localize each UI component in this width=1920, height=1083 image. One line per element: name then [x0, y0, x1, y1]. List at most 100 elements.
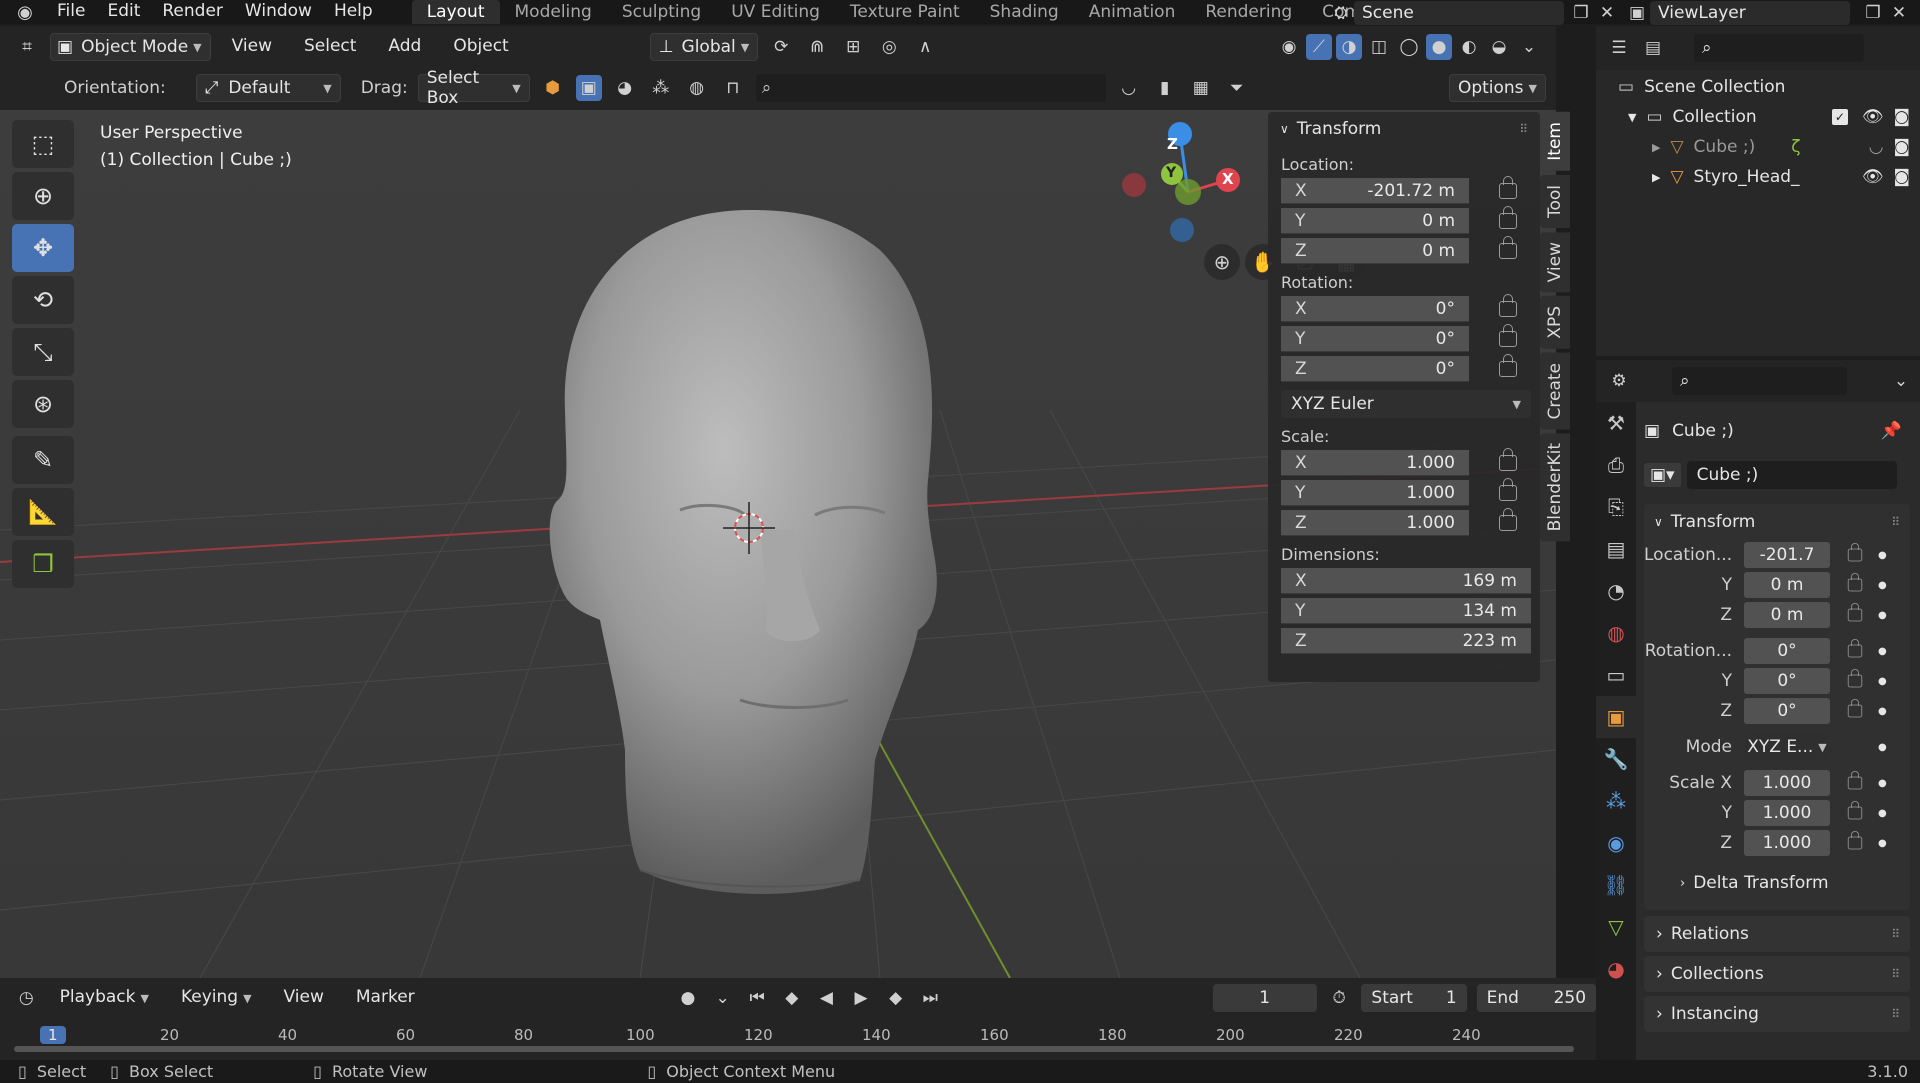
output-properties-icon[interactable]: ⎘ — [1596, 486, 1636, 528]
prev-keyframe-icon[interactable]: ◆ — [780, 985, 805, 1011]
object-data-icon[interactable]: ▣▾ — [1644, 463, 1681, 487]
lock-icon[interactable] — [1847, 698, 1863, 718]
camera-icon[interactable]: ◙ — [1894, 107, 1911, 127]
lock-icon[interactable] — [1847, 572, 1863, 592]
menu-window[interactable]: Window — [234, 0, 323, 24]
tab-layout[interactable]: Layout — [411, 0, 500, 24]
location-y-field[interactable]: 0 m — [1744, 572, 1830, 598]
timeline-scrollbar[interactable] — [14, 1046, 1574, 1052]
jump-start-icon[interactable]: ⏮ — [745, 985, 770, 1011]
drag-handle-icon[interactable]: ⠿ — [1891, 927, 1900, 941]
rotation-y-field[interactable]: Y 0° — [1281, 326, 1469, 352]
menu-add[interactable]: Add — [377, 35, 432, 59]
tab-view[interactable]: View — [1540, 231, 1570, 293]
keyframe-dot-icon[interactable]: ● — [1878, 706, 1887, 717]
add-cube-tool-icon[interactable]: ❒ — [12, 540, 74, 588]
jump-end-icon[interactable]: ⏭ — [918, 985, 943, 1011]
location-x-field[interactable]: X -201.72 m — [1281, 178, 1469, 204]
keyframe-dot-icon[interactable]: ● — [1878, 778, 1887, 789]
lock-icon[interactable] — [1499, 354, 1517, 377]
transform-tool-icon[interactable]: ⊛ — [12, 380, 74, 428]
collections-panel[interactable]: › Collections ⠿ — [1644, 956, 1910, 992]
timeline-editor-type-icon[interactable]: ◷ — [14, 985, 39, 1011]
material-shading-icon[interactable]: ◐ — [1456, 34, 1482, 60]
menu-playback[interactable]: Playback ▼ — [49, 986, 160, 1010]
eye-icon[interactable]: 👁 — [1862, 167, 1884, 187]
world-icon[interactable]: ◍ — [684, 75, 710, 101]
constraint-properties-icon[interactable]: ⛓ — [1596, 864, 1636, 906]
scale-z-field[interactable]: Z 1.000 — [1281, 510, 1469, 536]
tab-blenderkit[interactable]: BlenderKit — [1540, 433, 1570, 542]
tab-animation[interactable]: Animation — [1074, 0, 1191, 24]
next-keyframe-icon[interactable]: ◆ — [883, 985, 908, 1011]
chevron-down-icon[interactable]: ⌄ — [1888, 368, 1914, 394]
pin-icon[interactable]: 📌 — [1881, 421, 1902, 441]
outliner-search-field[interactable]: ⌕ — [1694, 34, 1864, 62]
scale-tool-icon[interactable]: ⤡ — [12, 328, 74, 376]
bookmark-icon[interactable]: ▮ — [1152, 75, 1178, 101]
tab-item[interactable]: Item — [1540, 112, 1570, 171]
play-reverse-icon[interactable]: ◀ — [814, 985, 839, 1011]
wireframe-shading-icon[interactable]: ◯ — [1396, 34, 1422, 60]
keyframe-dot-icon[interactable]: ● — [1878, 808, 1887, 819]
drag-dropdown[interactable]: Select Box ▼ — [417, 68, 530, 108]
rotation-x-field[interactable]: 0° — [1744, 638, 1830, 664]
chevron-down-icon[interactable]: ∨ — [1280, 122, 1289, 136]
expand-arrow-icon[interactable]: ▼ — [1628, 111, 1636, 124]
keyframe-dot-icon[interactable]: ● — [1878, 676, 1887, 687]
editor-type-icon[interactable]: ⌗ — [14, 34, 40, 60]
checkbox-icon[interactable]: ✓ — [1831, 109, 1848, 125]
object-name-field[interactable]: Cube ;) — [1686, 461, 1897, 489]
object-properties-icon[interactable]: ▣ — [1596, 696, 1636, 738]
move-tool-icon[interactable]: ✥ — [12, 224, 74, 272]
snap-icon[interactable]: ⋒ — [804, 34, 830, 60]
location-y-field[interactable]: Y 0 m — [1281, 208, 1469, 234]
filter-curve-icon[interactable]: ◡ — [1116, 75, 1142, 101]
rendered-shading-icon[interactable]: ◒ — [1486, 34, 1512, 60]
keyframe-dot-icon[interactable]: ● — [1878, 646, 1887, 657]
tab-sculpting[interactable]: Sculpting — [607, 0, 716, 24]
keyframe-dot-icon[interactable]: ● — [1878, 610, 1887, 621]
scene-name-field[interactable]: Scene — [1354, 1, 1564, 25]
close-view-layer-icon[interactable]: ✕ — [1886, 0, 1912, 26]
tab-modeling[interactable]: Modeling — [500, 0, 607, 24]
orientation-dropdown[interactable]: ⤢ Default ▼ — [195, 74, 341, 102]
menu-file[interactable]: File — [46, 0, 96, 24]
gizmo-toggle-icon[interactable]: ⟋ — [1306, 34, 1332, 60]
particles-icon[interactable]: ⁂ — [648, 75, 674, 101]
dimension-y-field[interactable]: Y 134 m — [1281, 598, 1531, 624]
scale-z-field[interactable]: 1.000 — [1744, 830, 1830, 856]
collection-properties-icon[interactable]: ▭ — [1596, 654, 1636, 696]
lock-icon[interactable] — [1847, 800, 1863, 820]
record-icon[interactable]: ● — [676, 985, 701, 1011]
current-frame-field[interactable]: 1 — [1212, 984, 1317, 1012]
lock-icon[interactable] — [1499, 176, 1517, 199]
expand-arrow-icon[interactable]: ▶ — [1652, 141, 1660, 154]
frame-ruler[interactable]: 1 20 40 60 80 100 120 140 160 180 200 22… — [0, 1026, 1596, 1052]
play-icon[interactable]: ▶ — [849, 985, 874, 1011]
transform-orientation-dropdown[interactable]: ⊥ Global ▼ — [649, 33, 759, 61]
transform-panel-header[interactable]: Transform — [1297, 119, 1382, 139]
particle-properties-icon[interactable]: ⁂ — [1596, 780, 1636, 822]
keyframe-dot-icon[interactable]: ● — [1878, 580, 1887, 591]
drag-handle-icon[interactable]: ⠿ — [1891, 967, 1900, 981]
scale-y-field[interactable]: 1.000 — [1744, 800, 1830, 826]
material-icon[interactable]: ◕ — [612, 75, 638, 101]
dimension-x-field[interactable]: X 169 m — [1281, 568, 1531, 594]
scene-icon[interactable]: ⛭ — [1328, 0, 1354, 26]
properties-search-field[interactable]: ⌕ — [1672, 367, 1847, 395]
camera-icon[interactable]: ◙ — [1894, 167, 1911, 187]
xray-icon[interactable]: ◫ — [1366, 34, 1392, 60]
falloff-icon[interactable]: ∧ — [912, 34, 938, 60]
tab-texture-paint[interactable]: Texture Paint — [835, 0, 975, 24]
cursor-tool-icon[interactable]: ⊕ — [12, 172, 74, 220]
auto-key-options-icon[interactable]: ⌄ — [710, 985, 735, 1011]
modifier-properties-icon[interactable]: 🔧 — [1596, 738, 1636, 780]
select-box-tool-icon[interactable]: ⬚ — [12, 120, 74, 168]
view-layout-icon[interactable]: ▦ — [1188, 75, 1214, 101]
lock-icon[interactable] — [1847, 830, 1863, 850]
location-z-field[interactable]: 0 m — [1744, 602, 1830, 628]
menu-view[interactable]: View — [221, 35, 283, 59]
visibility-icon[interactable]: ◉ — [1276, 34, 1302, 60]
stopwatch-icon[interactable]: ⏱ — [1327, 985, 1352, 1011]
